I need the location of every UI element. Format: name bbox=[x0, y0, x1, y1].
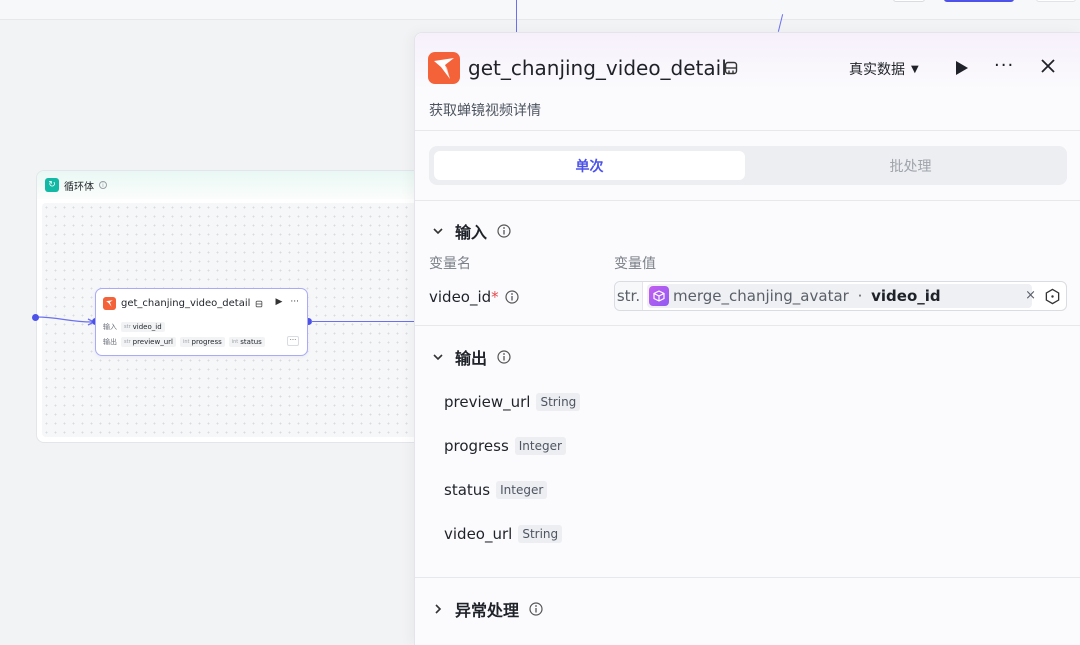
panel-description: 获取蝉镜视频详情 bbox=[429, 103, 541, 119]
edge-line bbox=[35, 316, 96, 326]
column-header-value: 变量值 bbox=[614, 256, 656, 272]
input-var-name: video_id* bbox=[429, 288, 519, 306]
type-tag: str. bbox=[615, 282, 643, 310]
chevron-right-icon bbox=[435, 604, 442, 614]
clear-icon[interactable]: × bbox=[1025, 288, 1036, 303]
required-mark: * bbox=[491, 288, 499, 306]
plugin-logo-icon bbox=[103, 297, 116, 310]
output-item: preview_url String bbox=[444, 393, 581, 411]
output-item: video_url String bbox=[444, 525, 563, 543]
divider bbox=[415, 325, 1080, 326]
edge-handle[interactable] bbox=[32, 314, 39, 321]
output-label: 输出 bbox=[103, 338, 117, 346]
output-type-badge: Integer bbox=[496, 481, 548, 499]
panel-header: get_chanjing_video_detail 真实数据 ▼ ··· 获取蝉… bbox=[415, 33, 1080, 131]
run-icon[interactable]: ▶ bbox=[275, 297, 282, 307]
error-section-header[interactable]: 异常处理 bbox=[431, 597, 543, 621]
ref-separator: · bbox=[852, 287, 868, 305]
api-icon bbox=[724, 61, 738, 75]
info-icon bbox=[497, 224, 511, 238]
input-section-title: 输入 bbox=[455, 223, 488, 242]
variable-reference[interactable]: merge_chanjing_avatar · video_id bbox=[647, 284, 1032, 308]
node-config-panel: get_chanjing_video_detail 真实数据 ▼ ··· 获取蝉… bbox=[414, 32, 1080, 645]
top-toolbar bbox=[0, 0, 1080, 20]
api-icon bbox=[256, 300, 263, 307]
output-item: progress Integer bbox=[444, 437, 566, 455]
var-name-label: video_id bbox=[429, 288, 492, 306]
cube-icon bbox=[649, 286, 669, 306]
edge-line bbox=[516, 0, 517, 32]
input-section-header[interactable]: 输入 bbox=[431, 219, 511, 243]
info-icon bbox=[529, 602, 543, 616]
output-chip: int progress bbox=[179, 337, 225, 347]
loop-icon: ↻ bbox=[45, 178, 59, 192]
node-output-row: 输出 str preview_url int progress int status bbox=[103, 337, 265, 347]
output-section-title: 输出 bbox=[455, 349, 488, 368]
ref-variable: video_id bbox=[871, 287, 941, 305]
variable-picker-icon[interactable] bbox=[1044, 288, 1061, 305]
publish-button[interactable] bbox=[944, 0, 1014, 2]
output-section-header[interactable]: 输出 bbox=[431, 345, 511, 369]
loop-title: 循环体 bbox=[64, 181, 94, 193]
plugin-logo-icon bbox=[428, 52, 460, 84]
output-chip: str preview_url bbox=[121, 337, 176, 347]
input-label: 输入 bbox=[103, 323, 117, 331]
run-icon[interactable] bbox=[955, 60, 969, 76]
output-type-badge: String bbox=[536, 393, 581, 411]
chevron-down-icon bbox=[433, 228, 443, 235]
output-name: status bbox=[444, 481, 491, 499]
output-type-badge: String bbox=[518, 525, 563, 543]
more-icon[interactable]: ··· bbox=[290, 297, 299, 307]
edge-line bbox=[311, 321, 414, 323]
node-title: get_chanjing_video_detail bbox=[121, 298, 251, 309]
loop-header: ↻ 循环体 i bbox=[37, 171, 435, 199]
info-icon bbox=[505, 290, 519, 304]
output-item: status Integer bbox=[444, 481, 548, 499]
tab-batch[interactable]: 批处理 bbox=[759, 151, 1062, 180]
run-mode-tabs: 单次 批处理 bbox=[429, 146, 1067, 185]
toolbar-button[interactable] bbox=[1036, 0, 1076, 2]
caret-down-icon: ▼ bbox=[911, 63, 919, 75]
video-id-value-field[interactable]: str. merge_chanjing_avatar · video_id × bbox=[614, 281, 1067, 311]
error-section-title: 异常处理 bbox=[455, 601, 520, 620]
output-chip: int status bbox=[228, 337, 265, 347]
input-chip: str video_id bbox=[121, 322, 165, 332]
output-name: video_url bbox=[444, 525, 513, 543]
more-icon[interactable]: ··· bbox=[994, 55, 1014, 76]
toolbar-button[interactable] bbox=[893, 0, 925, 2]
output-name: progress bbox=[444, 437, 509, 455]
output-name: preview_url bbox=[444, 393, 531, 411]
more-outputs-button[interactable]: ··· bbox=[287, 336, 299, 346]
chevron-down-icon bbox=[433, 354, 443, 361]
ref-source-node: merge_chanjing_avatar bbox=[673, 287, 849, 305]
panel-title: get_chanjing_video_detail bbox=[468, 56, 727, 80]
tab-single[interactable]: 单次 bbox=[434, 151, 745, 180]
data-mode-select[interactable]: 真实数据 ▼ bbox=[849, 59, 919, 79]
info-icon: i bbox=[99, 181, 107, 189]
data-mode-label: 真实数据 bbox=[849, 62, 905, 78]
divider bbox=[415, 577, 1080, 578]
divider bbox=[415, 200, 1080, 201]
output-type-badge: Integer bbox=[514, 437, 566, 455]
close-icon[interactable] bbox=[1040, 58, 1056, 74]
plugin-node-card[interactable]: get_chanjing_video_detail ▶ ··· 输入 str v… bbox=[95, 288, 308, 356]
info-icon bbox=[497, 350, 511, 364]
node-input-row: 输入 str video_id bbox=[103, 322, 165, 332]
column-header-name: 变量名 bbox=[429, 256, 471, 272]
